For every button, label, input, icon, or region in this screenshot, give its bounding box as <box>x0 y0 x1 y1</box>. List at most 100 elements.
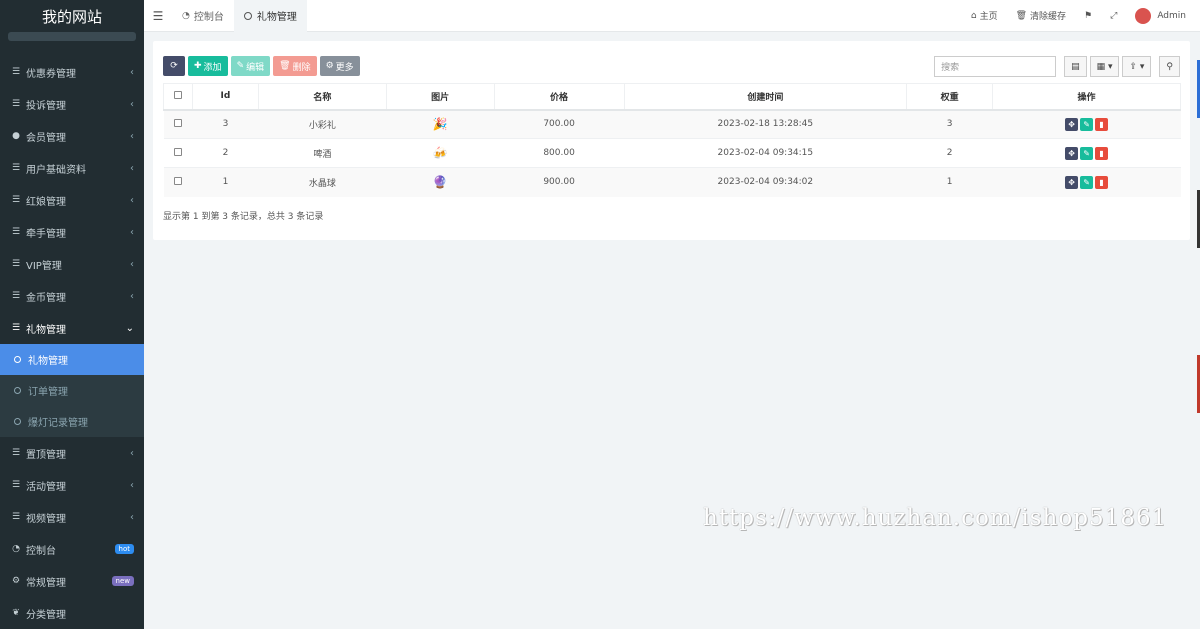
tab-dashboard[interactable]: ◔ 控制台 <box>172 0 234 32</box>
sidebar-item-category[interactable]: ❦ 分类管理 <box>0 597 144 629</box>
sidebar-item-coins[interactable]: ☰ 金币管理 ‹ <box>0 280 144 312</box>
circle-icon <box>14 418 21 425</box>
trash-icon: ▮ <box>1099 177 1104 187</box>
chevron-left-icon: ‹ <box>130 447 134 459</box>
user-icon: ● <box>12 131 20 141</box>
row-delete-button[interactable]: ▮ <box>1095 146 1109 160</box>
new-badge: new <box>111 576 134 586</box>
pagination-summary: 显示第 1 到第 3 条记录，总共 3 条记录 <box>163 212 324 222</box>
home-link[interactable]: ⌂ 主页 <box>962 9 1007 23</box>
gifts-submenu: 礼物管理 订单管理 爆灯记录管理 <box>0 344 144 437</box>
gift-table: Id 名称 图片 价格 创建时间 权重 操作 3 小彩礼 🎉 700.00 20… <box>163 83 1181 197</box>
drag-sort-button[interactable]: ✥ <box>1065 146 1079 160</box>
chevron-left-icon: ‹ <box>130 290 134 302</box>
refresh-button[interactable]: ⟳ <box>163 56 185 76</box>
list-icon: ☰ <box>11 67 21 77</box>
cell-price: 900.00 <box>494 167 624 197</box>
columns-button[interactable]: ▦ ▾ <box>1089 56 1120 77</box>
delete-button[interactable]: 🗑 删除 <box>273 56 317 76</box>
column-header-operations: 操作 <box>992 83 1181 111</box>
party-popper-icon[interactable]: 🎉 <box>433 117 448 131</box>
row-checkbox[interactable] <box>173 118 182 127</box>
sidebar-item-dashboard[interactable]: ◔ 控制台 hot <box>0 533 144 565</box>
submenu-item-gift-manage[interactable]: 礼物管理 <box>0 344 144 375</box>
watermark: https://www.huzhan.com/ishop51861 <box>703 505 1168 531</box>
top-navbar: ☰ ◔ 控制台 礼物管理 ⌂ 主页 🗑 清除缓存 ⚑ ⤢ Admin <box>144 0 1200 32</box>
table-toolbar: ⟳ ✚ 添加 ✎ 编辑 🗑 删除 ⚙ 更多 <box>163 56 360 76</box>
pencil-icon: ✎ <box>236 61 245 71</box>
beer-icon[interactable]: 🍻 <box>433 146 448 160</box>
list-icon: ☰ <box>11 323 21 333</box>
row-checkbox[interactable] <box>173 147 182 156</box>
submenu-item-orders[interactable]: 订单管理 <box>0 375 144 406</box>
column-header-id[interactable]: Id <box>191 83 259 111</box>
chevron-left-icon: ‹ <box>130 226 134 238</box>
sidebar-item-gifts[interactable]: ☰ 礼物管理 ⌄ <box>0 312 144 344</box>
sidebar-item-pinned[interactable]: ☰ 置顶管理 ‹ <box>0 437 144 469</box>
hamburger-icon[interactable]: ☰ <box>144 9 172 23</box>
submenu-item-spotlight-records[interactable]: 爆灯记录管理 <box>0 406 144 437</box>
cell-created: 2023-02-04 09:34:15 <box>624 138 907 168</box>
chevron-left-icon: ‹ <box>130 258 134 270</box>
table-icon: ▤ <box>1071 61 1080 72</box>
pencil-icon: ✎ <box>1083 119 1090 129</box>
toggle-view-button[interactable]: ▤ <box>1064 56 1087 77</box>
list-icon: ☰ <box>11 448 21 458</box>
list-icon: ☰ <box>11 259 21 269</box>
sidebar-item-video[interactable]: ☰ 视频管理 ‹ <box>0 501 144 533</box>
column-header-created[interactable]: 创建时间 <box>623 83 908 111</box>
dashboard-icon: ◔ <box>182 10 190 21</box>
drag-sort-button[interactable]: ✥ <box>1065 117 1079 131</box>
sidebar-item-matchmaker[interactable]: ☰ 红娘管理 ‹ <box>0 184 144 216</box>
sidebar-item-activity[interactable]: ☰ 活动管理 ‹ <box>0 469 144 501</box>
move-icon: ✥ <box>1068 148 1075 158</box>
column-header-name[interactable]: 名称 <box>257 83 387 111</box>
edit-button[interactable]: ✎ 编辑 <box>230 56 271 76</box>
user-menu[interactable]: Admin <box>1126 7 1200 24</box>
hot-badge: hot <box>114 544 134 554</box>
row-edit-button[interactable]: ✎ <box>1080 175 1094 189</box>
table-row: 3 小彩礼 🎉 700.00 2023-02-18 13:28:45 3 ✥ ✎ ▮ <box>163 109 1181 139</box>
gift-list-panel: ⟳ ✚ 添加 ✎ 编辑 🗑 删除 ⚙ 更多 搜索 ▤ ▦ ▾ ⇪ ▾ ⚲ Id 名称 图… <box>153 41 1190 240</box>
sidebar-item-member[interactable]: ● 会员管理 ‹ <box>0 120 144 152</box>
sidebar-item-general[interactable]: ⚙ 常规管理 new <box>0 565 144 597</box>
fullscreen-icon[interactable]: ⤢ <box>1101 11 1126 21</box>
chevron-left-icon: ‹ <box>130 98 134 110</box>
drag-sort-button[interactable]: ✥ <box>1065 175 1079 189</box>
column-header-price[interactable]: 价格 <box>493 83 625 111</box>
circle-icon <box>243 11 252 20</box>
sidebar-item-vip[interactable]: ☰ VIP管理 ‹ <box>0 248 144 280</box>
row-checkbox[interactable] <box>173 176 182 185</box>
row-delete-button[interactable]: ▮ <box>1095 117 1109 131</box>
search-button[interactable]: ⚲ <box>1159 56 1180 77</box>
sidebar-item-handholding[interactable]: ☰ 牵手管理 ‹ <box>0 216 144 248</box>
select-all-checkbox[interactable] <box>173 90 182 99</box>
language-icon[interactable]: ⚑ <box>1075 11 1101 21</box>
cell-weight: 3 <box>906 109 993 139</box>
row-edit-button[interactable]: ✎ <box>1080 146 1094 160</box>
crystal-ball-icon[interactable]: 🔮 <box>433 175 448 189</box>
table-row: 2 啤酒 🍻 800.00 2023-02-04 09:34:15 2 ✥ ✎ ▮ <box>163 138 1181 168</box>
site-logo[interactable]: 我的网站 <box>0 0 144 32</box>
sidebar-item-user-profile[interactable]: ☰ 用户基础资料 ‹ <box>0 152 144 184</box>
select-all-header <box>163 83 193 111</box>
sidebar-item-complaint[interactable]: ☰ 投诉管理 ‹ <box>0 88 144 120</box>
cell-name: 小彩礼 <box>258 109 387 139</box>
list-icon: ☰ <box>11 227 21 237</box>
sidebar: 我的网站 ☰ 优惠券管理 ‹ ☰ 投诉管理 ‹ ● 会员管理 ‹ ☰ 用户基础资料 ‹ ☰ 红娘管… <box>0 0 144 629</box>
add-button[interactable]: ✚ 添加 <box>188 56 228 76</box>
tab-gift-manage[interactable]: 礼物管理 <box>233 0 307 32</box>
sidebar-item-coupon[interactable]: ☰ 优惠券管理 ‹ <box>0 56 144 88</box>
export-button[interactable]: ⇪ ▾ <box>1122 56 1152 77</box>
list-icon: ☰ <box>11 195 21 205</box>
search-input[interactable]: 搜索 <box>934 56 1057 77</box>
trash-icon: ▮ <box>1099 119 1104 129</box>
more-button[interactable]: ⚙ 更多 <box>319 56 360 76</box>
sidebar-user-panel <box>8 32 136 41</box>
column-header-image[interactable]: 图片 <box>385 83 495 111</box>
column-header-weight[interactable]: 权重 <box>906 83 994 111</box>
row-edit-button[interactable]: ✎ <box>1080 117 1094 131</box>
clear-cache-link[interactable]: 🗑 清除缓存 <box>1007 9 1075 23</box>
list-icon: ☰ <box>11 480 21 490</box>
row-delete-button[interactable]: ▮ <box>1095 175 1109 189</box>
